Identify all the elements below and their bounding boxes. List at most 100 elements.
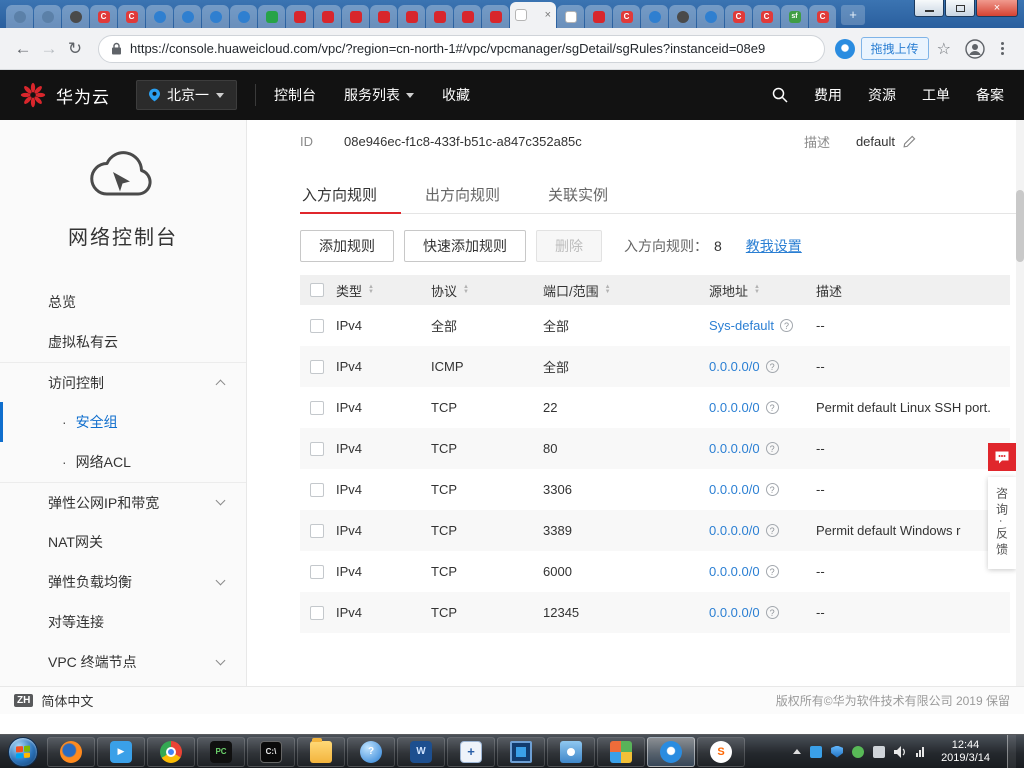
- quick-add-rule-button[interactable]: 快速添加规则: [404, 230, 526, 262]
- row-checkbox[interactable]: [310, 401, 324, 415]
- tray-icon[interactable]: [873, 746, 885, 758]
- source-link[interactable]: 0.0.0.0/0: [709, 564, 760, 579]
- sidebar-item[interactable]: 虚拟私有云: [0, 322, 246, 362]
- source-link[interactable]: 0.0.0.0/0: [709, 359, 760, 374]
- taskbar-button-pycharm[interactable]: PC: [197, 737, 245, 767]
- new-tab-button[interactable]: +: [841, 5, 865, 25]
- sidebar-item[interactable]: 弹性公网IP和带宽: [0, 482, 246, 522]
- tray-icon[interactable]: [852, 746, 864, 758]
- row-checkbox[interactable]: [310, 360, 324, 374]
- taskbar-button-snipping[interactable]: +: [447, 737, 495, 767]
- hidden-icons-chevron[interactable]: [793, 749, 801, 754]
- row-checkbox[interactable]: [310, 319, 324, 333]
- browser-tab-active[interactable]: ×: [510, 2, 556, 28]
- browser-tab[interactable]: [454, 5, 481, 28]
- browser-tab[interactable]: [669, 5, 696, 28]
- browser-tab[interactable]: [34, 5, 61, 28]
- taskbar-button-profile[interactable]: [547, 737, 595, 767]
- taskbar-button-w-app[interactable]: W: [397, 737, 445, 767]
- browser-tab[interactable]: [557, 5, 584, 28]
- question-icon[interactable]: ?: [766, 483, 779, 496]
- sidebar-item[interactable]: VPC 终端节点: [0, 642, 246, 682]
- browser-tab[interactable]: [146, 5, 173, 28]
- sort-icon[interactable]: ▲▼: [754, 285, 760, 295]
- tab-inbound-rules[interactable]: 入方向规则: [300, 176, 401, 213]
- taskbar-button-terminal[interactable]: C:\: [247, 737, 295, 767]
- row-checkbox[interactable]: [310, 606, 324, 620]
- forward-button[interactable]: →: [36, 36, 62, 62]
- sort-icon[interactable]: ▲▼: [368, 285, 374, 295]
- bookmark-star-icon[interactable]: ☆: [937, 39, 951, 59]
- question-icon[interactable]: ?: [766, 606, 779, 619]
- row-checkbox[interactable]: [310, 524, 324, 538]
- taskbar-button-chrome[interactable]: [147, 737, 195, 767]
- taskbar-button-sogou[interactable]: S: [697, 737, 745, 767]
- nav-console[interactable]: 控制台: [274, 85, 316, 105]
- start-button[interactable]: [8, 737, 38, 767]
- taskbar-button-media[interactable]: ▶: [97, 737, 145, 767]
- taskbar-button-palette[interactable]: [597, 737, 645, 767]
- feedback-label[interactable]: 咨询·反馈: [988, 477, 1016, 569]
- browser-tab[interactable]: C: [90, 5, 117, 28]
- question-icon[interactable]: ?: [766, 401, 779, 414]
- nav-tickets[interactable]: 工单: [922, 85, 950, 105]
- question-icon[interactable]: ?: [766, 442, 779, 455]
- address-bar[interactable]: https://console.huaweicloud.com/vpc/?reg…: [98, 35, 825, 63]
- region-selector[interactable]: 北京一: [136, 80, 237, 110]
- tab-outbound-rules[interactable]: 出方向规则: [401, 176, 524, 213]
- add-rule-button[interactable]: 添加规则: [300, 230, 394, 262]
- source-link[interactable]: 0.0.0.0/0: [709, 400, 760, 415]
- edit-pencil-icon[interactable]: [903, 135, 916, 148]
- sort-icon[interactable]: ▲▼: [463, 285, 469, 295]
- sidebar-item-active[interactable]: ·安全组: [0, 402, 246, 442]
- browser-menu-button[interactable]: [997, 38, 1008, 59]
- tab-close-button[interactable]: ×: [545, 10, 551, 21]
- drag-upload-badge[interactable]: 拖拽上传: [861, 37, 929, 60]
- source-link[interactable]: 0.0.0.0/0: [709, 523, 760, 538]
- browser-tab[interactable]: [426, 5, 453, 28]
- security-shield-icon[interactable]: [831, 746, 843, 758]
- row-checkbox[interactable]: [310, 442, 324, 456]
- refresh-button[interactable]: ↻: [62, 36, 88, 62]
- scrollbar-track[interactable]: [1016, 120, 1024, 686]
- question-icon[interactable]: ?: [780, 319, 793, 332]
- sidebar-item[interactable]: 访问控制: [0, 362, 246, 402]
- browser-tab[interactable]: [641, 5, 668, 28]
- nav-favorites[interactable]: 收藏: [442, 85, 470, 105]
- row-checkbox[interactable]: [310, 565, 324, 579]
- question-icon[interactable]: ?: [766, 565, 779, 578]
- taskbar-button-messenger[interactable]: ?: [347, 737, 395, 767]
- taskbar-button-huawei-console[interactable]: [647, 737, 695, 767]
- window-minimize-button[interactable]: [914, 0, 944, 17]
- row-checkbox[interactable]: [310, 483, 324, 497]
- question-icon[interactable]: ?: [766, 360, 779, 373]
- browser-tab[interactable]: [314, 5, 341, 28]
- taskbar-clock[interactable]: 12:44 2019/3/14: [941, 739, 990, 765]
- nav-filing[interactable]: 备案: [976, 85, 1004, 105]
- search-icon[interactable]: [772, 87, 788, 103]
- browser-profile-avatar[interactable]: [965, 39, 985, 59]
- browser-tab[interactable]: [258, 5, 285, 28]
- browser-tab[interactable]: [482, 5, 509, 28]
- taskbar-button-explorer[interactable]: [297, 737, 345, 767]
- teach-me-link[interactable]: 教我设置: [746, 236, 802, 256]
- huawei-extension-icon[interactable]: [835, 39, 855, 59]
- browser-tab[interactable]: [62, 5, 89, 28]
- sidebar-item[interactable]: ·网络ACL: [0, 442, 246, 482]
- sidebar-item[interactable]: 总览: [0, 282, 246, 322]
- question-icon[interactable]: ?: [766, 524, 779, 537]
- sidebar-item[interactable]: NAT网关: [0, 522, 246, 562]
- browser-tab[interactable]: C: [753, 5, 780, 28]
- show-desktop-button[interactable]: [1007, 735, 1016, 768]
- window-close-button[interactable]: ×: [976, 0, 1018, 17]
- sort-icon[interactable]: ▲▼: [605, 285, 611, 295]
- select-all-checkbox[interactable]: [310, 283, 324, 297]
- taskbar-button-firefox[interactable]: [47, 737, 95, 767]
- source-link[interactable]: Sys-default: [709, 318, 774, 333]
- browser-tab[interactable]: C: [725, 5, 752, 28]
- browser-tab[interactable]: [697, 5, 724, 28]
- browser-tab[interactable]: [202, 5, 229, 28]
- tab-associated-instances[interactable]: 关联实例: [524, 176, 632, 213]
- nav-service-list[interactable]: 服务列表: [344, 85, 414, 105]
- source-link[interactable]: 0.0.0.0/0: [709, 482, 760, 497]
